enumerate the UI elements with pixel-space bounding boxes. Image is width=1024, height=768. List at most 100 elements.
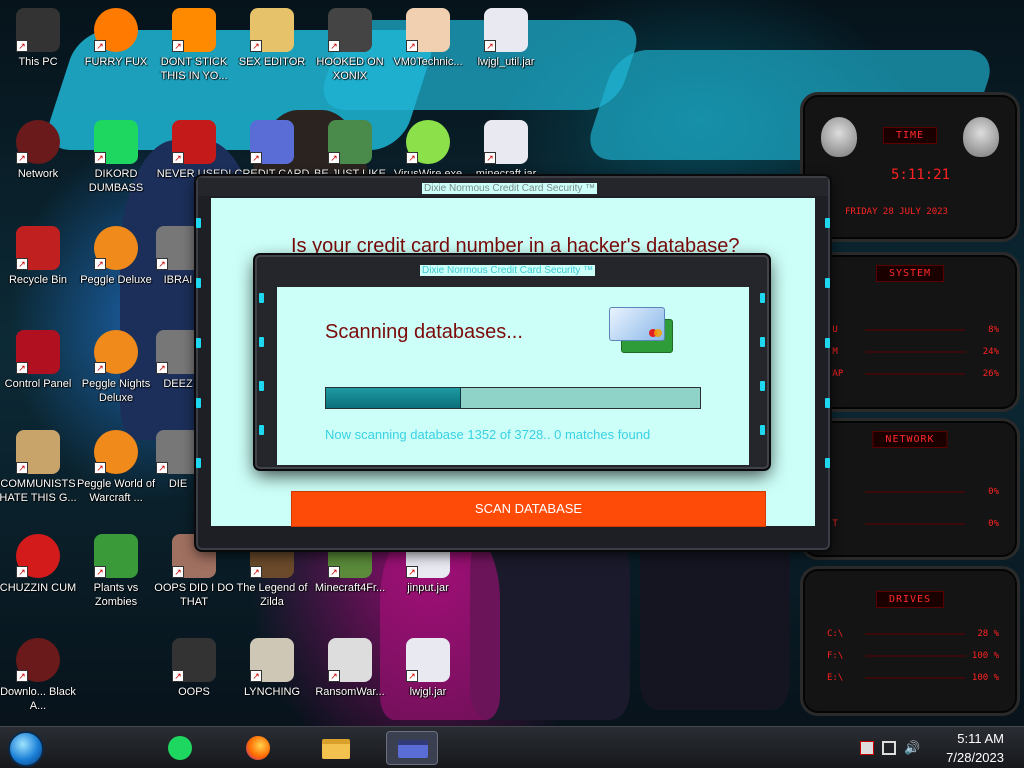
taskbar-spotify[interactable] — [154, 731, 206, 765]
shortcut-arrow-icon: ↗ — [328, 40, 340, 52]
start-button[interactable] — [8, 731, 44, 767]
desktop-icon-vm0[interactable]: ↗ VM0Technic... — [388, 8, 468, 69]
shortcut-arrow-icon: ↗ — [484, 40, 496, 52]
java-icon: ↗ — [406, 638, 450, 682]
shortcut-arrow-icon: ↗ — [94, 566, 106, 578]
desktop-icon-viruswire[interactable]: ↗ VirusWire.exe — [388, 120, 468, 181]
desktop-icon-download[interactable]: ↗ Downlo... Black A... — [0, 638, 78, 713]
gadget-date: FRIDAY 28 JULY 2023 — [845, 207, 948, 217]
desktop-icon-label: DIKORD DUMBASS — [88, 168, 144, 194]
gadget-row-value: 100 % — [971, 651, 999, 661]
desktop-icon-label: COMMUNISTS HATE THIS G... — [0, 478, 77, 504]
desktop-icon-never-used[interactable]: ↗ NEVER USED! — [154, 120, 234, 181]
desktop-icon-label: Control Panel — [4, 378, 72, 390]
java-icon: ↗ — [484, 8, 528, 52]
desktop-icon-communists[interactable]: ↗ COMMUNISTS HATE THIS G... — [0, 430, 78, 505]
scan-status-text: Now scanning database 1352 of 3728.. 0 m… — [325, 427, 651, 442]
shortcut-arrow-icon: ↗ — [406, 40, 418, 52]
vlc-icon: ↗ — [172, 8, 216, 52]
spotify-icon — [168, 736, 192, 760]
desktop-icon-label: OOPS DID I DO THAT — [154, 582, 234, 608]
shortcut-arrow-icon: ↗ — [250, 670, 262, 682]
taskbar-file-explorer[interactable] — [310, 731, 362, 765]
xonix-icon: ↗ — [328, 8, 372, 52]
desktop-icon-label: lwjgl_util.jar — [477, 56, 535, 68]
taskbar: 🔊 5:11 AM 7/28/2023 — [0, 726, 1024, 768]
shortcut-arrow-icon: ↗ — [16, 670, 28, 682]
shortcut-arrow-icon: ↗ — [16, 362, 28, 374]
security-tray-icon[interactable] — [860, 741, 874, 755]
network-gadget: NETWORK 0% UT 0% — [800, 418, 1020, 560]
generic-icon: ↗ — [156, 430, 200, 474]
desktop-icon-label: OOPS — [178, 686, 210, 698]
gadget-row-bar — [865, 329, 965, 331]
java-icon: ↗ — [484, 120, 528, 164]
gadget-row-bar — [865, 655, 965, 657]
desktop-icon-lwjgl-jar[interactable]: ↗ lwjgl.jar — [388, 638, 468, 699]
desktop-icon-chuzzin[interactable]: ↗ CHUZZIN CUM — [0, 534, 78, 595]
gadget-row-value: 0% — [988, 519, 999, 529]
desktop-icon-network[interactable]: ↗ Network — [0, 120, 78, 181]
time-gadget-heading: TIME — [882, 127, 938, 144]
alien-icon: ↗ — [16, 120, 60, 164]
scanning-heading: Scanning databases... — [325, 321, 523, 343]
desktop-icon-credit-card[interactable]: ↗ CREDIT CARD — [232, 120, 312, 181]
desktop-icon-dikord[interactable]: ↗ DIKORD DUMBASS — [76, 120, 156, 195]
gadget-row-bar — [865, 523, 965, 525]
desktop-icon-furry-fux[interactable]: ↗ FURRY FUX — [76, 8, 156, 69]
shortcut-arrow-icon: ↗ — [172, 566, 184, 578]
shortcut-arrow-icon: ↗ — [328, 670, 340, 682]
title-bar[interactable]: Dixie Normous Credit Card Security ™ — [198, 178, 828, 196]
gadget-time: 5:11:21 — [891, 167, 951, 183]
desktop-icon-hooked[interactable]: ↗ HOOKED ON XONIX — [310, 8, 390, 83]
desktop-icon-control-panel[interactable]: ↗ Control Panel — [0, 330, 78, 391]
network-gadget-heading: NETWORK — [872, 431, 948, 448]
desktop-icon-minecraft-jar[interactable]: ↗ minecraft.jar — [466, 120, 546, 181]
santa-icon: ↗ — [328, 120, 372, 164]
desktop-icon-recycle-bin[interactable]: ↗ Recycle Bin — [0, 226, 78, 287]
shortcut-arrow-icon: ↗ — [172, 40, 184, 52]
taskbar-clock[interactable]: 5:11 AM 7/28/2023 — [946, 729, 1004, 767]
desktop-icon-lynching[interactable]: ↗ LYNCHING — [232, 638, 312, 699]
gadget-row-value: 8% — [988, 325, 999, 335]
credit-card-icon: ↗ — [250, 120, 294, 164]
desktop-icon-label: VM0Technic... — [393, 56, 463, 68]
shortcut-arrow-icon: ↗ — [94, 152, 106, 164]
shortcut-arrow-icon: ↗ — [94, 362, 106, 374]
firefox-icon: ↗ — [94, 8, 138, 52]
volume-icon[interactable]: 🔊 — [904, 741, 920, 755]
gadget-row-value: 24% — [982, 347, 999, 357]
scanning-dialog[interactable]: Dixie Normous Credit Card Security ™ Sca… — [255, 255, 769, 469]
gadget-row-value: 26% — [982, 369, 999, 379]
peggle-icon: ↗ — [94, 226, 138, 270]
desktop-icon-be-just-like[interactable]: ↗ BE JUST LIKE — [310, 120, 390, 181]
desktop-icon-label: lwjgl.jar — [409, 686, 447, 698]
taskbar-credit-card-app[interactable] — [386, 731, 438, 765]
desktop-icon-pvz[interactable]: ↗ Plants vs Zombies — [76, 534, 156, 609]
scan-progress-bar — [325, 387, 701, 409]
scan-database-button[interactable]: SCAN DATABASE — [291, 491, 766, 527]
desktop-icon-label: CHUZZIN CUM — [0, 582, 77, 594]
gadget-row-label: C:\ — [827, 629, 844, 639]
desktop-icon-ransomwar[interactable]: ↗ RansomWar... — [310, 638, 390, 699]
hxd-icon: ↗ — [250, 8, 294, 52]
taskbar-firefox[interactable] — [232, 731, 284, 765]
desktop-icon-this-pc[interactable]: ↗ This PC — [0, 8, 78, 69]
shortcut-arrow-icon: ↗ — [16, 40, 28, 52]
drives-gadget: DRIVES C:\ 28 % F:\ 100 % E:\ 100 % — [800, 566, 1020, 716]
network-tray-icon[interactable] — [882, 741, 896, 755]
rope-icon: ↗ — [250, 638, 294, 682]
lime-icon: ↗ — [406, 120, 450, 164]
generic-icon: ↗ — [156, 330, 200, 374]
folder-icon — [322, 739, 350, 759]
desktop-icon-label: SEX EDITOR — [238, 56, 306, 68]
gadget-row-bar — [865, 677, 965, 679]
desktop-icon-lwjgl-util[interactable]: ↗ lwjgl_util.jar — [466, 8, 546, 69]
desktop-icon-dont-stick[interactable]: ↗ DONT STICK THIS IN YO... — [154, 8, 234, 83]
desktop-icon-label: FURRY FUX — [84, 56, 148, 68]
desktop-icon-oops[interactable]: ↗ OOPS — [154, 638, 234, 699]
gadget-row-bar — [865, 633, 965, 635]
desktop-icon-label: Network — [17, 168, 59, 180]
clock-date: 7/28/2023 — [946, 750, 1004, 765]
desktop-icon-sex-editor[interactable]: ↗ SEX EDITOR — [232, 8, 312, 69]
